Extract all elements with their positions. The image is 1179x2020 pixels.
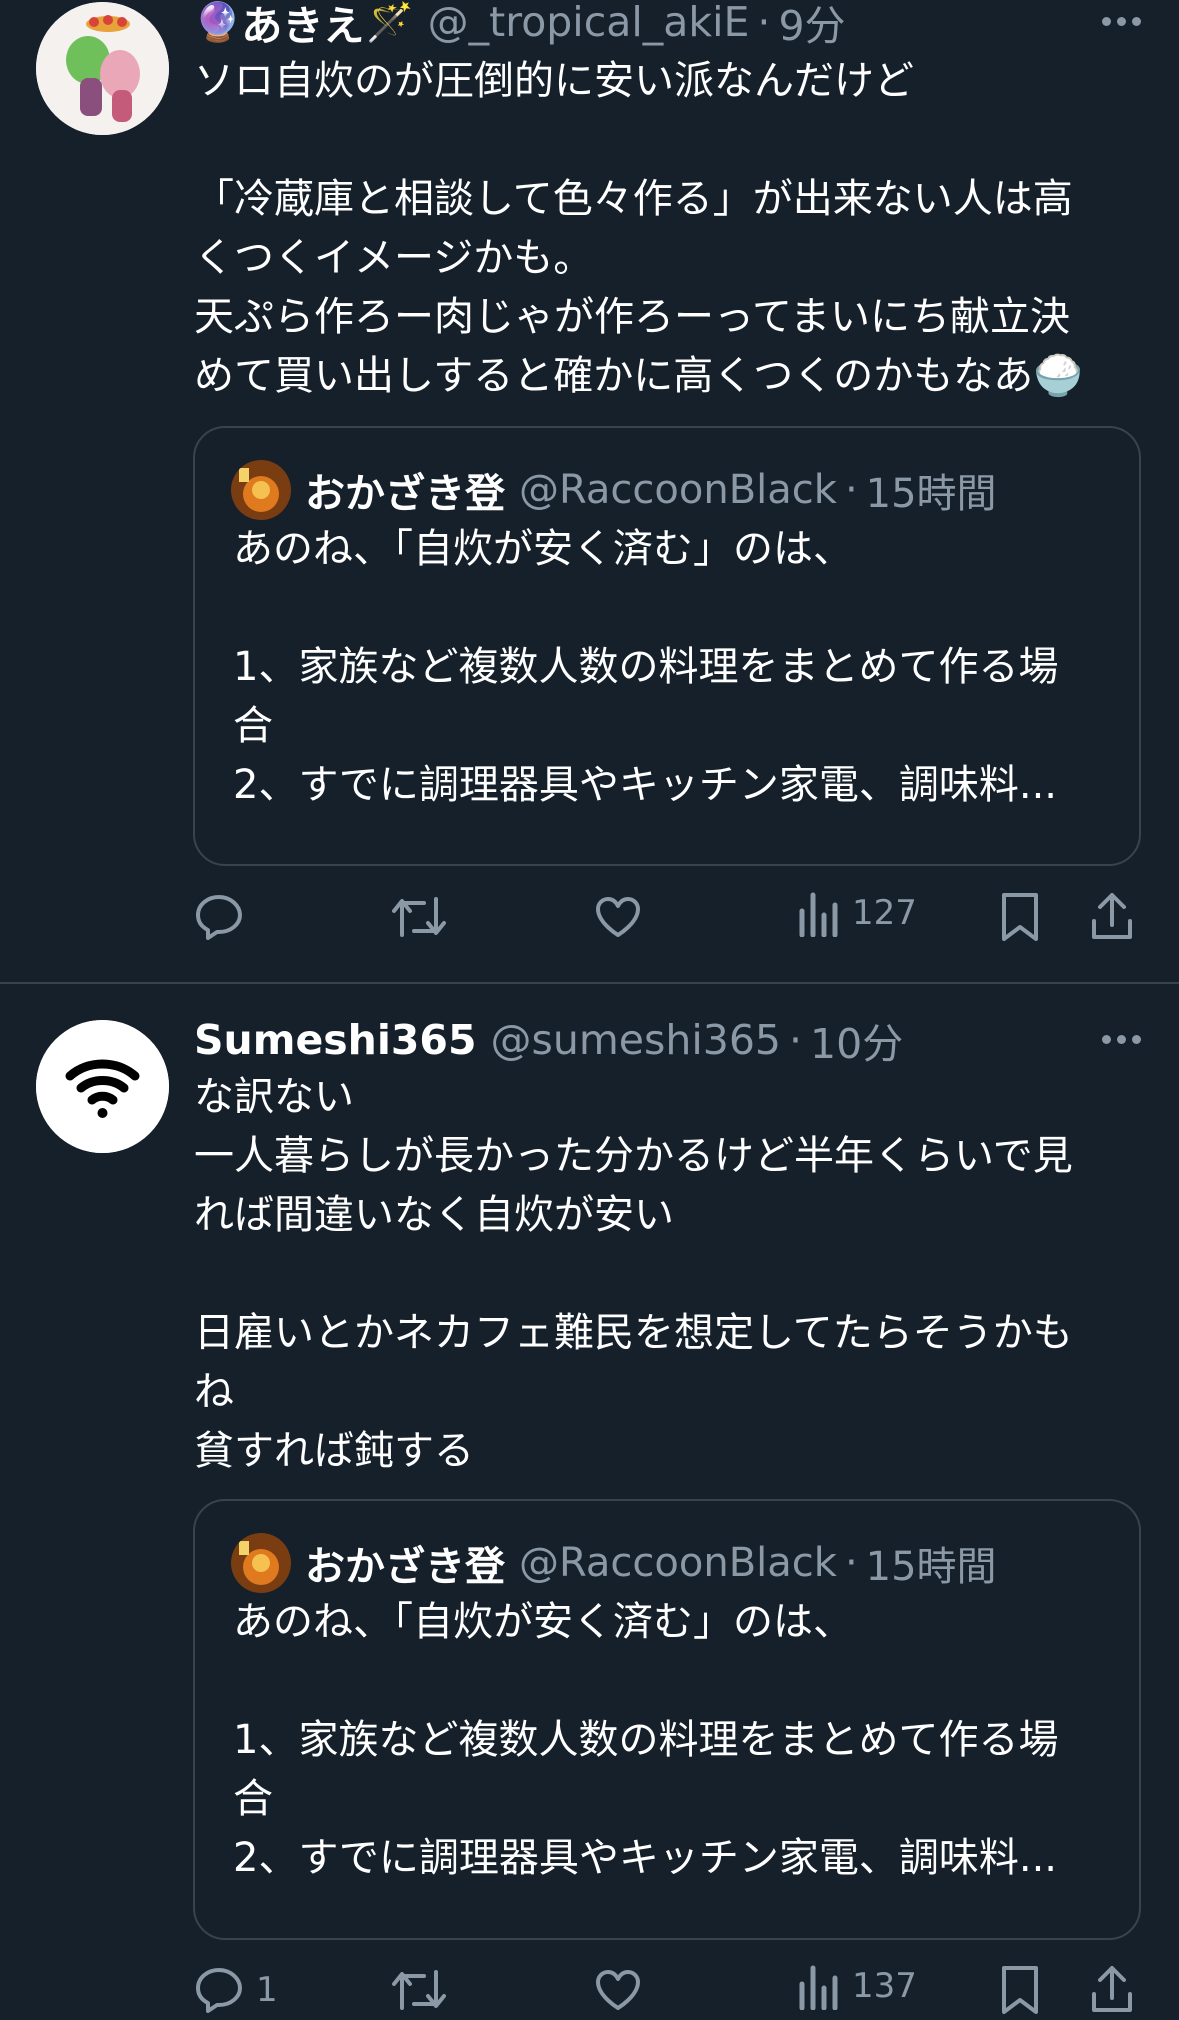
tweet-text-line: な訳ない	[194, 1074, 354, 1120]
tweet-text-line: 日雇いとかネカフェ難民を想定してたらそうかも	[194, 1310, 1073, 1356]
bookmark-icon	[1002, 1966, 1038, 2014]
quoted-timestamp: 15時間	[865, 471, 997, 517]
avatar[interactable]	[36, 1020, 169, 1153]
quoted-tweet[interactable]: おかざき登 @RaccoonBlack · 15時間 あのね、「自炊が安く済む」…	[193, 1499, 1141, 1940]
quoted-text-line: あのね、「自炊が安く済む」のは、	[233, 1599, 853, 1645]
tweet-header: Sumeshi365 @sumeshi365 · 10分	[194, 1012, 903, 1068]
quoted-display-name: おかざき登	[305, 471, 505, 517]
views-button[interactable]: 127	[798, 889, 917, 937]
quoted-tweet[interactable]: おかざき登 @RaccoonBlack · 15時間 あのね、「自炊が安く済む」…	[193, 426, 1141, 866]
wifi-icon	[36, 1020, 169, 1153]
like-icon	[596, 897, 640, 937]
share-button[interactable]	[1090, 891, 1134, 941]
reply-icon	[196, 895, 242, 940]
tweet-text-line: ね	[194, 1369, 234, 1415]
quoted-text-line: 1、家族など複数人数の料理をまとめて作る場	[233, 644, 1059, 690]
handle[interactable]: @_tropical_akiE	[428, 0, 750, 46]
like-button[interactable]	[594, 1968, 642, 2012]
quoted-text-blank	[233, 579, 1113, 638]
share-button[interactable]	[1090, 1964, 1134, 2014]
tweet-actions: 127	[194, 887, 1144, 947]
tweet-text-line: めて買い出しすると確かに高くつくのかもなあ🍚	[194, 353, 1084, 399]
reply-count: 1	[256, 1970, 278, 2010]
retweet-icon	[392, 1970, 446, 2010]
views-button[interactable]: 137	[798, 1962, 917, 2010]
quoted-text-line: 1、家族など複数人数の料理をまとめて作る場	[233, 1717, 1059, 1763]
quoted-tweet-header: おかざき登 @RaccoonBlack · 15時間	[231, 1533, 997, 1593]
retweet-button[interactable]	[390, 895, 448, 939]
reply-icon	[196, 1968, 242, 2013]
avatar[interactable]	[36, 2, 169, 135]
tweet-text-blank	[194, 1245, 1144, 1304]
display-name[interactable]: あきえ	[241, 0, 364, 52]
quoted-display-name: おかざき登	[305, 1544, 505, 1590]
quoted-tweet-text: あのね、「自炊が安く済む」のは、 1、家族など複数人数の料理をまとめて作る場 合…	[233, 520, 1113, 815]
timestamp[interactable]: 10分	[810, 1010, 903, 1070]
quoted-timestamp: 15時間	[865, 1544, 997, 1590]
quoted-tweet-header: おかざき登 @RaccoonBlack · 15時間	[231, 460, 997, 520]
quoted-text-line: 2、すでに調理器具やキッチン家電、調味料...	[233, 762, 1057, 808]
tweet[interactable]: Sumeshi365 @sumeshi365 · 10分 な訳ない 一人暮らしが…	[0, 984, 1179, 2014]
quoted-text-line: 合	[233, 703, 273, 749]
quoted-text-line: 合	[233, 1776, 273, 1822]
tweet-header: 🔮 あきえ 🪄 @_tropical_akiE · 9分	[194, 0, 846, 50]
handle[interactable]: @sumeshi365	[490, 1016, 781, 1064]
views-icon	[799, 1965, 838, 2010]
separator-dot: ·	[789, 1016, 803, 1064]
views-icon	[799, 892, 838, 937]
quoted-avatar	[231, 460, 291, 520]
tweet[interactable]: 🔮 あきえ 🪄 @_tropical_akiE · 9分 ソロ自炊のが圧倒的に安…	[0, 0, 1179, 982]
more-icon[interactable]	[1102, 1035, 1141, 1044]
tweet-text-line: くつくイメージかも。	[194, 235, 594, 281]
separator-dot: ·	[844, 1540, 858, 1586]
quoted-handle: @RaccoonBlack	[519, 1540, 837, 1586]
retweet-icon	[392, 897, 446, 937]
display-name[interactable]: Sumeshi365	[194, 1016, 476, 1064]
tweet-text-line: れば間違いなく自炊が安い	[194, 1192, 674, 1238]
tweet-text-line: 天ぷら作ろー肉じゃが作ろーってまいにち献立決	[194, 294, 1070, 340]
views-count: 137	[852, 1966, 917, 2006]
quoted-text-blank	[233, 1652, 1113, 1711]
tweet-text: な訳ない 一人暮らしが長かった分かるけど半年くらいで見 れば間違いなく自炊が安い…	[194, 1068, 1144, 1481]
share-icon	[1092, 893, 1132, 939]
tweet-text-line: ソロ自炊のが圧倒的に安い派なんだけど	[194, 58, 914, 104]
tweet-actions: 1 137	[194, 1960, 1144, 2020]
bookmark-button[interactable]	[1000, 1964, 1040, 2016]
reply-button[interactable]	[194, 893, 256, 941]
separator-dot: ·	[844, 467, 858, 513]
more-icon[interactable]	[1102, 17, 1141, 26]
tweet-text-line: 貧すれば鈍する	[194, 1428, 474, 1474]
tweet-text-line: 「冷蔵庫と相談して色々作る」が出来ない人は高	[194, 176, 1073, 222]
like-button[interactable]	[594, 895, 642, 939]
bookmark-button[interactable]	[1000, 891, 1040, 943]
timestamp[interactable]: 9分	[778, 0, 845, 52]
share-icon	[1092, 1966, 1132, 2012]
tweet-text-line: 一人暮らしが長かった分かるけど半年くらいで見	[194, 1133, 1073, 1179]
quoted-avatar	[231, 1533, 291, 1593]
tweet-text-blank	[194, 111, 1144, 170]
tweet-text: ソロ自炊のが圧倒的に安い派なんだけど 「冷蔵庫と相談して色々作る」が出来ない人は…	[194, 52, 1144, 406]
views-count: 127	[852, 893, 917, 933]
retweet-button[interactable]	[390, 1968, 448, 2012]
quoted-text-line: あのね、「自炊が安く済む」のは、	[233, 526, 853, 572]
crystal-ball-emoji: 🔮	[194, 0, 242, 44]
separator-dot: ·	[757, 0, 771, 46]
bookmark-icon	[1002, 893, 1038, 941]
quoted-tweet-text: あのね、「自炊が安く済む」のは、 1、家族など複数人数の料理をまとめて作る場 合…	[233, 1593, 1113, 1888]
quoted-text-line: 2、すでに調理器具やキッチン家電、調味料...	[233, 1835, 1057, 1881]
magic-wand-emoji: 🪄	[366, 0, 414, 44]
quoted-handle: @RaccoonBlack	[519, 467, 837, 513]
like-icon	[596, 1970, 640, 2010]
reply-button[interactable]: 1	[194, 1966, 278, 2014]
